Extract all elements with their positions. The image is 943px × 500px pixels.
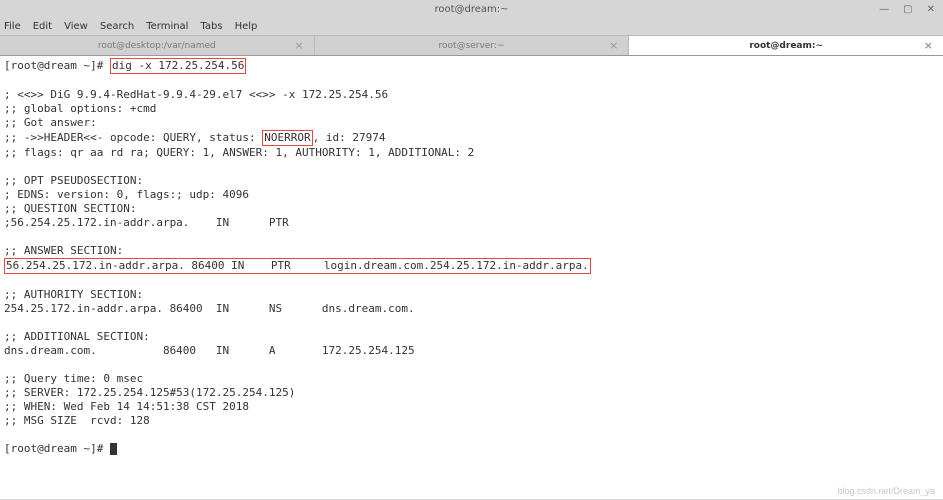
cursor-icon [110,443,117,455]
dig-query-time: ;; Query time: 0 msec [4,372,143,385]
dig-authority-header: ;; AUTHORITY SECTION: [4,288,143,301]
dig-additional-header: ;; ADDITIONAL SECTION: [4,330,150,343]
prompt: [root@dream ~]# [4,442,110,455]
maximize-icon[interactable]: ▢ [903,4,912,15]
menu-file[interactable]: File [4,21,21,32]
dig-global-options: ;; global options: +cmd [4,102,156,115]
dig-flags: ;; flags: qr aa rd ra; QUERY: 1, ANSWER:… [4,146,474,159]
window-titlebar: root@dream:~ — ▢ ✕ [0,0,943,18]
command-annotation: dig -x 172.25.254.56 [110,58,246,74]
tab-close-icon[interactable]: × [924,39,933,52]
menu-search[interactable]: Search [100,21,134,32]
tab-dream[interactable]: root@dream:~ × [629,36,943,55]
watermark-text: blog.csdn.net/Dream_ya [837,486,935,496]
menu-edit[interactable]: Edit [33,21,52,32]
dig-opt-header: ;; OPT PSEUDOSECTION: [4,174,143,187]
menu-terminal[interactable]: Terminal [146,21,188,32]
dig-header-post: , id: 27974 [313,131,386,144]
dig-msg-size: ;; MSG SIZE rcvd: 128 [4,414,150,427]
status-annotation: NOERROR [262,130,312,146]
tab-close-icon[interactable]: × [609,39,618,52]
minimize-icon[interactable]: — [879,4,889,15]
menu-help[interactable]: Help [235,21,258,32]
tabs-row: root@desktop:/var/named × root@server:~ … [0,36,943,56]
dig-question-header: ;; QUESTION SECTION: [4,202,136,215]
menu-tabs[interactable]: Tabs [200,21,222,32]
tab-desktop[interactable]: root@desktop:/var/named × [0,36,315,55]
answer-annotation: 56.254.25.172.in-addr.arpa. 86400 IN PTR… [4,258,591,274]
tab-label: root@server:~ [439,41,505,51]
dig-edns: ; EDNS: version: 0, flags:; udp: 4096 [4,188,249,201]
dig-additional: dns.dream.com. 86400 IN A 172.25.254.125 [4,344,415,357]
tab-label: root@dream:~ [749,41,823,51]
dig-when: ;; WHEN: Wed Feb 14 14:51:38 CST 2018 [4,400,249,413]
window-title: root@dream:~ [434,4,508,15]
menu-view[interactable]: View [64,21,88,32]
dig-got-answer: ;; Got answer: [4,116,97,129]
tab-label: root@desktop:/var/named [98,41,216,51]
dig-authority: 254.25.172.in-addr.arpa. 86400 IN NS dns… [4,302,415,315]
dig-question: ;56.254.25.172.in-addr.arpa. IN PTR [4,216,289,229]
close-icon[interactable]: ✕ [927,4,935,15]
dig-answer-header: ;; ANSWER SECTION: [4,244,123,257]
dig-header-pre: ;; ->>HEADER<<- opcode: QUERY, status: [4,131,262,144]
dig-banner: ; <<>> DiG 9.9.4-RedHat-9.9.4-29.el7 <<>… [4,88,388,101]
window-controls: — ▢ ✕ [879,4,935,15]
terminal-viewport[interactable]: [root@dream ~]# dig -x 172.25.254.56 ; <… [0,56,943,499]
tab-close-icon[interactable]: × [294,39,303,52]
dig-server: ;; SERVER: 172.25.254.125#53(172.25.254.… [4,386,295,399]
prompt: [root@dream ~]# [4,59,110,72]
menu-bar: File Edit View Search Terminal Tabs Help [0,18,943,36]
tab-server[interactable]: root@server:~ × [315,36,630,55]
